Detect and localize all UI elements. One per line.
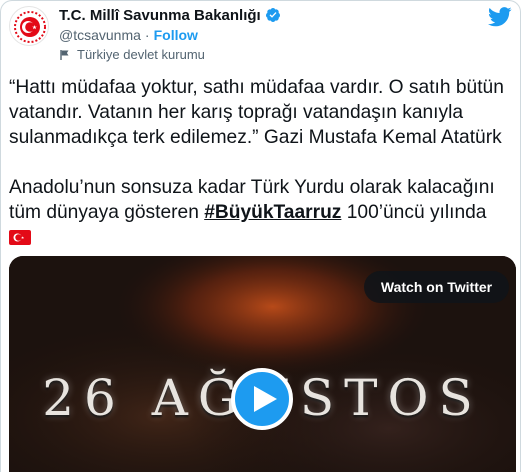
- verified-badge-icon: [265, 8, 280, 22]
- tweet-quote: “Hattı müdafaa yoktur, sathı müdafaa var…: [9, 77, 504, 148]
- affiliation-label: Türkiye devlet kurumu: [59, 47, 205, 62]
- twitter-bird-icon[interactable]: [488, 7, 512, 27]
- play-button[interactable]: [231, 368, 293, 430]
- follow-button[interactable]: Follow: [154, 27, 198, 43]
- play-icon: [254, 386, 277, 412]
- video-player[interactable]: 26 AĞUSTOS Watch on Twitter: [9, 256, 516, 472]
- tweet-text: “Hattı müdafaa yoktur, sathı müdafaa var…: [9, 75, 514, 250]
- turkey-flag-icon: [9, 230, 31, 245]
- handle-row: @tcsavunma · Follow: [59, 27, 198, 43]
- flag-icon: [60, 49, 69, 60]
- avatar[interactable]: [9, 6, 49, 46]
- tweet-text-part: 100’üncü yılında: [341, 202, 487, 223]
- account-name-row[interactable]: T.C. Millî Savunma Bakanlığı: [59, 6, 281, 24]
- affiliation-text: Türkiye devlet kurumu: [77, 47, 205, 62]
- tweet-card: T.C. Millî Savunma Bakanlığı @tcsavunma …: [0, 0, 521, 472]
- separator-dot: ·: [144, 27, 150, 43]
- tweet-paragraph: Anadolu’nun sonsuza kadar Türk Yurdu ola…: [9, 175, 514, 250]
- watch-on-twitter-button[interactable]: Watch on Twitter: [364, 271, 509, 303]
- ministry-logo-icon: [14, 11, 46, 43]
- account-handle[interactable]: @tcsavunma: [59, 27, 141, 43]
- hashtag-link[interactable]: #BüyükTaarruz: [204, 202, 341, 223]
- account-name[interactable]: T.C. Millî Savunma Bakanlığı: [59, 7, 261, 24]
